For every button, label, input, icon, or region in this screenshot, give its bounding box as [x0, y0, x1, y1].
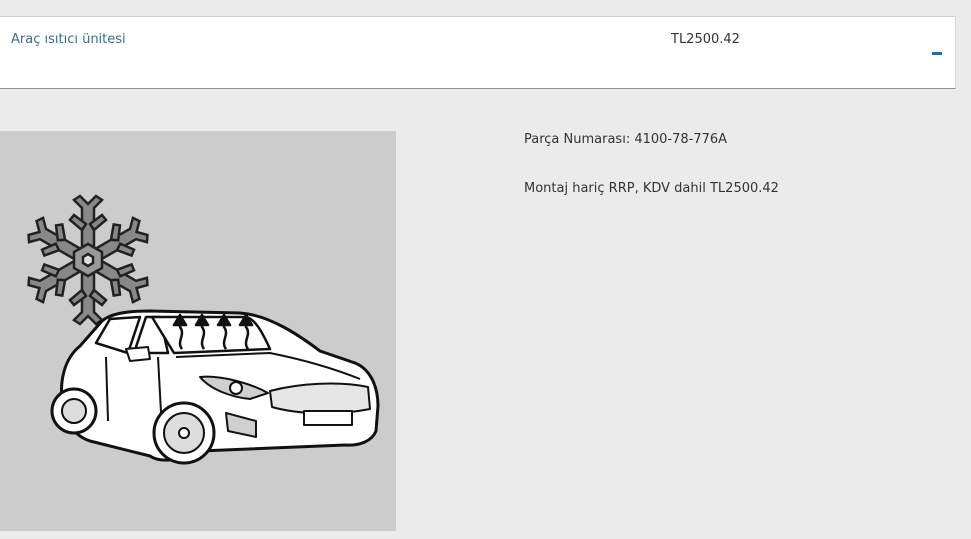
snowflake-icon	[22, 194, 154, 326]
price-note-value: TL2500.42	[709, 181, 779, 196]
price-note-label: Montaj hariç RRP, KDV dahil	[524, 181, 706, 196]
part-number-value: 4100-78-776A	[634, 132, 728, 147]
minus-icon	[932, 52, 942, 55]
item-title-link[interactable]: Araç ısıtıcı ünitesi	[11, 32, 126, 47]
item-price: TL2500.42	[671, 32, 740, 47]
car-icon	[50, 309, 380, 465]
collapse-toggle-button[interactable]	[925, 45, 945, 61]
product-image	[0, 131, 396, 531]
car-heater-illustration-icon	[22, 194, 380, 465]
accordion-item-header[interactable]: Araç ısıtıcı ünitesi TL2500.42	[0, 16, 956, 89]
price-note-line: Montaj hariç RRP, KDV dahil TL2500.42	[524, 181, 779, 196]
part-number-line: Parça Numarası: 4100-78-776A	[524, 132, 727, 147]
part-number-label: Parça Numarası:	[524, 132, 631, 147]
